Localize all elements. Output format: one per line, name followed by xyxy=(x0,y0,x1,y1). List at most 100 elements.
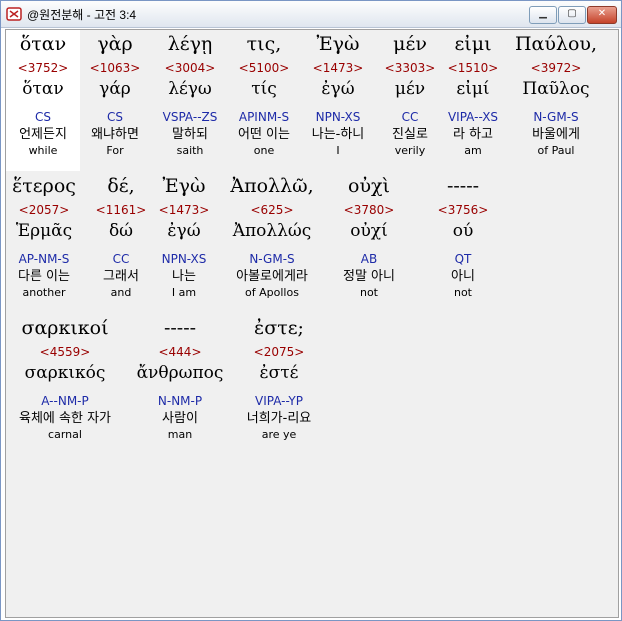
close-button[interactable]: ✕ xyxy=(587,6,617,24)
korean-gloss: 나는 xyxy=(172,269,196,284)
english-gloss: while xyxy=(28,144,58,157)
strong-number: <1473> xyxy=(312,61,364,75)
strong-number: <3972> xyxy=(530,61,582,75)
korean-gloss: 어떤 이는 xyxy=(238,127,290,142)
word-cell[interactable]: οὐχὶ <3780> οὐχί AB 정말 아니 not xyxy=(334,172,404,302)
greek-lemma: Παῦλος xyxy=(522,79,590,99)
strong-number: <3004> xyxy=(164,61,216,75)
word-cell[interactable]: λέγῃ <3004> λέγω VSPA--ZS 말하되 saith xyxy=(154,30,226,160)
korean-gloss: 다른 이는 xyxy=(18,269,70,284)
korean-gloss: 말하되 xyxy=(172,127,208,142)
korean-gloss: 사람이 xyxy=(162,411,198,426)
word-cell[interactable]: Παύλου, <3972> Παῦλος N-GM-S 바울에게 of Pau… xyxy=(508,30,604,160)
parsing-code: CS xyxy=(35,110,51,124)
parsing-code: NPN-XS xyxy=(315,110,361,124)
english-gloss: I am xyxy=(171,286,197,299)
parsing-code: CC xyxy=(112,252,130,266)
word-cell[interactable]: δέ, <1161> δώ CC 그래서 and xyxy=(86,172,156,302)
strong-number: <1510> xyxy=(447,61,499,75)
greek-surface: σαρκικοί xyxy=(21,317,109,339)
english-gloss: not xyxy=(359,286,378,299)
parsing-code: N-GM-S xyxy=(533,110,579,124)
korean-gloss: 아니 xyxy=(451,269,475,284)
strong-number: <1063> xyxy=(89,61,141,75)
strong-number: <1161> xyxy=(95,203,147,217)
english-gloss: and xyxy=(110,286,132,299)
korean-gloss: 아볼로에게라 xyxy=(236,269,308,284)
greek-lemma: γάρ xyxy=(99,79,131,99)
word-cell[interactable]: ----- <3756> ού QT 아니 not xyxy=(428,172,498,302)
word-cell[interactable]: γὰρ <1063> γάρ CS 왜냐하면 For xyxy=(80,30,150,160)
greek-surface: ----- xyxy=(163,317,197,339)
parsing-code: CC xyxy=(401,110,419,124)
strong-number: <5100> xyxy=(238,61,290,75)
parsing-code: VSPA--ZS xyxy=(162,110,218,124)
parsing-code: QT xyxy=(454,252,472,266)
parsing-code: APINM-S xyxy=(238,110,290,124)
word-cell[interactable]: Ἐγὼ <1473> ἐγώ NPN-XS 나는 I am xyxy=(149,172,219,302)
greek-surface: Παύλου, xyxy=(514,33,598,55)
strong-number: <1473> xyxy=(158,203,210,217)
greek-lemma: λέγω xyxy=(168,79,212,99)
parsing-code: VIPA--YP xyxy=(255,394,303,408)
greek-lemma: δώ xyxy=(108,221,134,241)
strong-number: <4559> xyxy=(39,345,91,359)
word-cell[interactable]: Ἀπολλῶ, <625> Ἀπολλώς N-GM-S 아볼로에게라 of A… xyxy=(222,172,322,302)
korean-gloss: 너희가-리요 xyxy=(246,411,312,426)
korean-gloss: 그래서 xyxy=(103,269,139,284)
parsing-code: AP-NM-S xyxy=(18,252,70,266)
greek-surface: οὐχὶ xyxy=(348,175,390,197)
word-cell[interactable]: σαρκικοί <4559> σαρκικός A--NM-P 육체에 속한 … xyxy=(6,314,124,444)
greek-surface: Ἀπολλῶ, xyxy=(230,175,314,197)
korean-gloss: 육체에 속한 자가 xyxy=(19,411,111,426)
word-cell[interactable]: Ἐγὼ <1473> ἐγώ NPN-XS 나는-하니 I xyxy=(303,30,373,160)
minimize-button[interactable]: ▁ xyxy=(529,6,557,24)
korean-gloss: 정말 아니 xyxy=(343,269,395,284)
greek-surface: Ἐγὼ xyxy=(316,33,360,55)
parsing-code: N-NM-P xyxy=(157,394,203,408)
greek-lemma: ἄνθρωπος xyxy=(136,363,224,383)
greek-surface: γὰρ xyxy=(97,33,133,55)
word-cell[interactable]: μέν <3303> μέν CC 진실로 verily xyxy=(375,30,445,160)
greek-lemma: Ἀπολλώς xyxy=(232,221,312,241)
word-cell[interactable]: ----- <444> ἄνθρωπος N-NM-P 사람이 man xyxy=(132,314,228,444)
strong-number: <3752> xyxy=(17,61,69,75)
korean-gloss: 라 하고 xyxy=(452,127,493,142)
word-cell[interactable]: ἐστε; <2075> ἐστέ VIPA--YP 너희가-리요 are ye xyxy=(236,314,322,444)
app-window: @원전분해 - 고전 3:4 ▁ ▢ ✕ ὅταν <3752> ὅταν CS… xyxy=(0,0,622,621)
greek-lemma: μέν xyxy=(394,79,426,99)
parsing-code: N-GM-S xyxy=(249,252,295,266)
greek-lemma: σαρκικός xyxy=(24,363,106,383)
title-bar[interactable]: @원전분해 - 고전 3:4 ▁ ▢ ✕ xyxy=(1,1,621,28)
korean-gloss: 바울에게 xyxy=(532,127,580,142)
book-app-icon xyxy=(6,7,22,21)
english-gloss: man xyxy=(167,428,193,441)
word-cell[interactable]: εἰμι <1510> εἰμί VIPA--XS 라 하고 am xyxy=(438,30,508,160)
english-gloss: are ye xyxy=(261,428,297,441)
word-cell[interactable]: τις, <5100> τίς APINM-S 어떤 이는 one xyxy=(228,30,300,160)
greek-lemma: εἰμί xyxy=(456,79,490,99)
strong-number: <3780> xyxy=(343,203,395,217)
english-gloss: verily xyxy=(394,144,426,157)
english-gloss: one xyxy=(253,144,275,157)
english-gloss: another xyxy=(22,286,66,299)
parsing-code: VIPA--XS xyxy=(447,110,499,124)
english-gloss: of Paul xyxy=(537,144,575,157)
word-cell[interactable]: ὅταν <3752> ὅταν CS 언제든지 while xyxy=(6,30,80,171)
greek-surface: μέν xyxy=(393,33,427,55)
interlinear-panel: ὅταν <3752> ὅταν CS 언제든지 while γὰρ <1063… xyxy=(5,29,619,618)
strong-number: <3303> xyxy=(384,61,436,75)
strong-number: <444> xyxy=(158,345,202,359)
greek-surface: ----- xyxy=(446,175,480,197)
greek-surface: εἰμι xyxy=(454,33,492,55)
greek-surface: λέγῃ xyxy=(167,33,213,55)
word-cell[interactable]: ἕτερος <2057> Ἑρμᾶς AP-NM-S 다른 이는 anothe… xyxy=(6,172,82,302)
english-gloss: not xyxy=(453,286,472,299)
korean-gloss: 진실로 xyxy=(392,127,428,142)
strong-number: <2075> xyxy=(253,345,305,359)
greek-lemma: ού xyxy=(452,221,474,241)
greek-lemma: ἐγώ xyxy=(167,221,201,241)
greek-surface: τις, xyxy=(246,33,282,55)
korean-gloss: 왜냐하면 xyxy=(91,127,139,142)
maximize-button[interactable]: ▢ xyxy=(558,6,586,24)
